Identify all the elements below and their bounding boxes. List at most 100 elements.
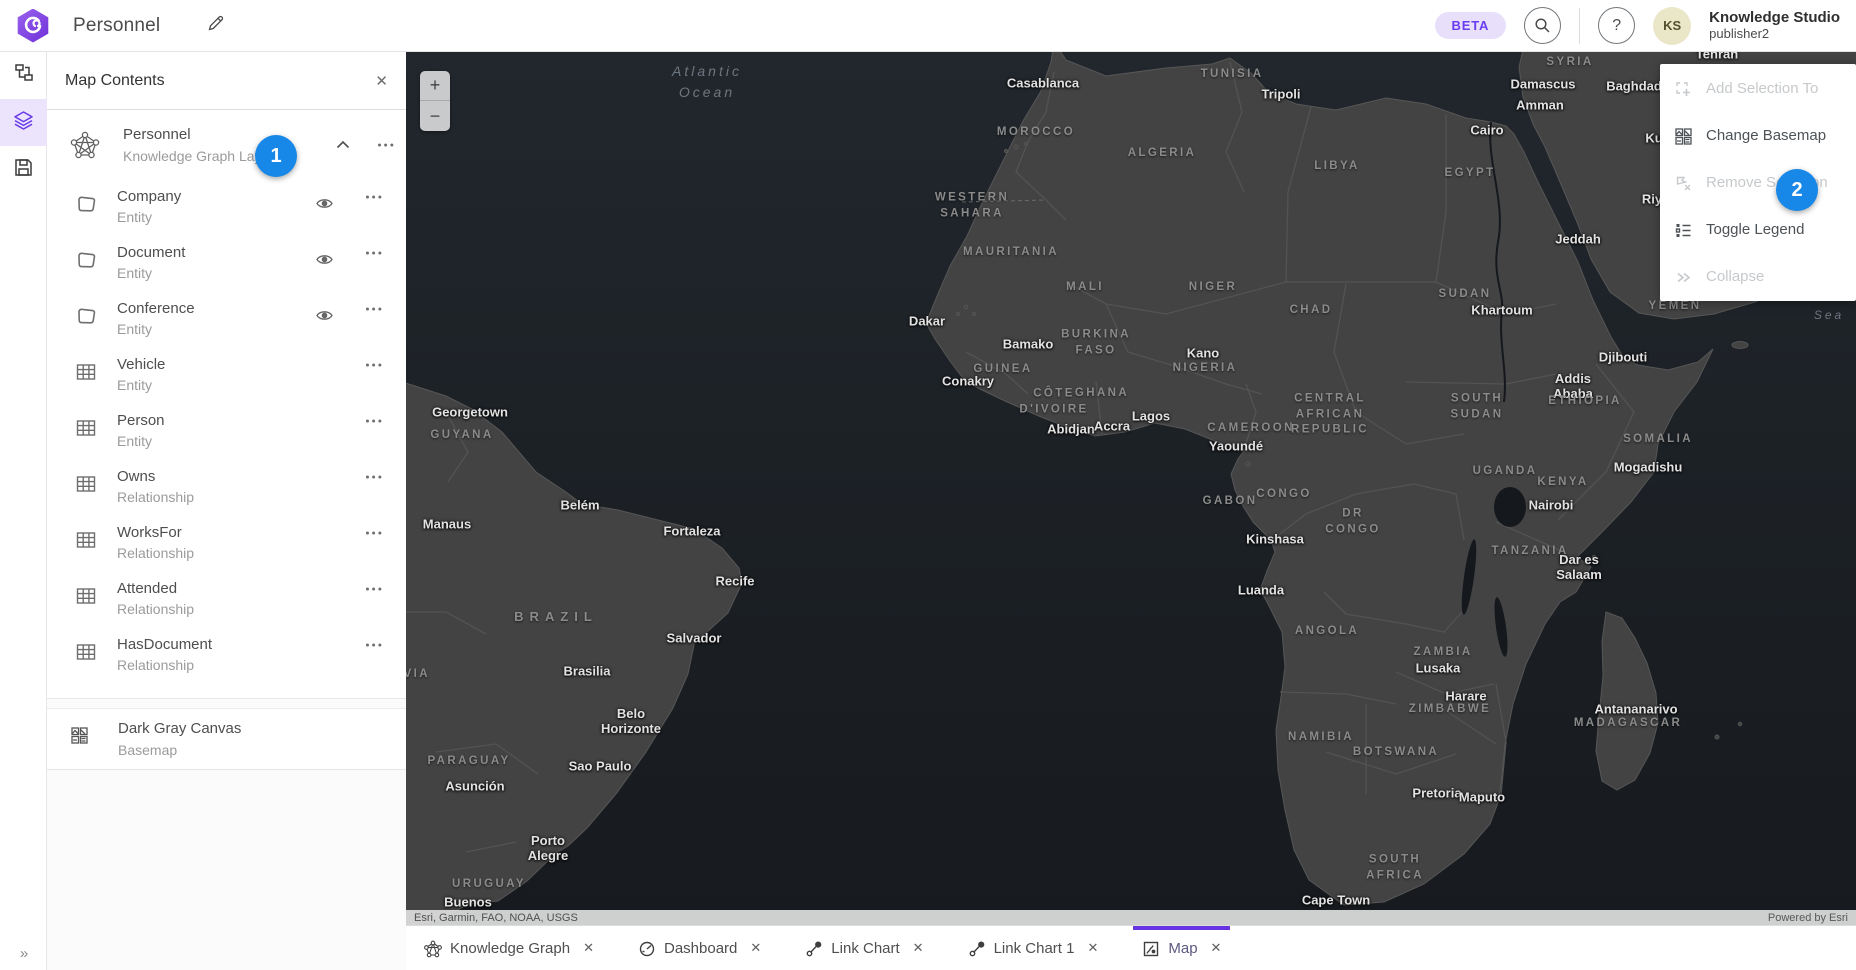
layer-options-icon[interactable]: ●●● — [365, 362, 384, 369]
country-label: MALI — [1066, 280, 1104, 296]
attribution-sources: Esri, Garmin, FAO, NOAA, USGS — [414, 912, 578, 924]
layer-row[interactable]: AttendedRelationship●●● — [47, 572, 406, 628]
rail-item-save-tool[interactable] — [0, 146, 47, 193]
avatar[interactable]: KS — [1653, 7, 1691, 45]
tab-close-icon[interactable]: ✕ — [750, 940, 761, 956]
layer-row[interactable]: PersonEntity●●● — [47, 404, 406, 460]
city-label: Nairobi — [1529, 498, 1574, 513]
country-label: CAMEROON — [1207, 421, 1295, 437]
menu-item-remove-selection: Remove Selection — [1660, 159, 1856, 206]
knowledge-graph-layer-card: Personnel Knowledge Graph Layer ●●● Comp… — [47, 110, 406, 699]
tab-map[interactable]: Map✕ — [1142, 926, 1221, 970]
country-label: KENYA — [1537, 475, 1588, 491]
country-label: GUYANA — [430, 428, 493, 444]
zoom-out-button[interactable]: − — [420, 101, 450, 131]
country-label: ZAMBIA — [1413, 645, 1472, 661]
city-label: Amman — [1516, 98, 1564, 113]
rail-item-link-chart-tool[interactable] — [0, 52, 47, 99]
visibility-eye-icon[interactable] — [315, 306, 334, 330]
polygon-entity-icon — [74, 248, 98, 272]
tab-knowledge-graph[interactable]: Knowledge Graph ✕ — [424, 926, 594, 970]
powered-by-esri: Powered by Esri — [1768, 912, 1848, 924]
country-label: GUINEA — [973, 362, 1032, 378]
layer-row[interactable]: DocumentEntity●●● — [47, 236, 406, 292]
table-entity-icon — [74, 416, 98, 440]
city-label: Kano — [1187, 346, 1220, 361]
rail-item-map-contents-tool[interactable] — [0, 99, 47, 146]
collapse-caret-icon[interactable] — [336, 136, 350, 154]
layer-row[interactable]: VehicleEntity●●● — [47, 348, 406, 404]
layer-subtitle: Entity — [117, 209, 181, 227]
group-layer-options-icon[interactable]: ●●● — [377, 142, 396, 149]
country-label: CENTRAL AFRICAN REPUBLIC — [1291, 392, 1369, 439]
visibility-eye-icon[interactable] — [315, 250, 334, 274]
city-label: Jeddah — [1555, 232, 1601, 247]
layer-options-icon[interactable]: ●●● — [365, 642, 384, 649]
basemap-subtitle: Basemap — [118, 741, 241, 759]
layer-options-icon[interactable]: ●●● — [365, 250, 384, 257]
annotation-badge-1: 1 — [255, 135, 297, 177]
search-button[interactable] — [1524, 7, 1561, 44]
edit-title-icon[interactable] — [206, 14, 225, 38]
city-label: Dar es Salaam — [1556, 552, 1602, 582]
layer-options-icon[interactable]: ●●● — [365, 306, 384, 313]
city-label: Sao Paulo — [569, 759, 632, 774]
map-view[interactable]: Atlantic OceanSeaCasablancaTripoliDamasc… — [406, 52, 1856, 925]
rail-expand-icon[interactable]: » — [0, 945, 47, 962]
user-info[interactable]: Knowledge Studio publisher2 — [1709, 9, 1840, 41]
panel-close-icon[interactable]: ✕ — [375, 72, 388, 90]
map-tab-icon — [1142, 940, 1159, 957]
basemap-title: Dark Gray Canvas — [118, 719, 241, 739]
city-label: Salvador — [667, 631, 722, 646]
panel-header: Map Contents ✕ — [47, 52, 406, 110]
tab-close-icon[interactable]: ✕ — [1087, 940, 1098, 956]
country-label: SUDAN — [1439, 287, 1492, 303]
city-label: Fortaleza — [663, 524, 720, 539]
layer-options-icon[interactable]: ●●● — [365, 586, 384, 593]
help-button[interactable]: ? — [1598, 7, 1635, 44]
tab-label: Dashboard — [664, 940, 737, 957]
layer-options-icon[interactable]: ●●● — [365, 418, 384, 425]
tab-close-icon[interactable]: ✕ — [913, 940, 924, 956]
menu-item-toggle-legend[interactable]: Toggle Legend — [1660, 206, 1856, 253]
country-label: SOUTH SUDAN — [1451, 391, 1504, 422]
remove-selection-icon — [1674, 174, 1692, 192]
country-label: SOMALIA — [1623, 432, 1693, 448]
zoom-in-button[interactable]: + — [420, 71, 450, 101]
tab-link-chart-1[interactable]: Link Chart 1 ✕ — [968, 926, 1099, 970]
visibility-eye-icon[interactable] — [315, 194, 334, 218]
menu-item-label: Add Selection To — [1706, 80, 1818, 97]
city-label: Abidjan — [1047, 422, 1095, 437]
basemap-row[interactable]: Dark Gray Canvas Basemap — [47, 709, 406, 769]
link-chart-icon — [968, 940, 985, 957]
menu-item-change-basemap[interactable]: Change Basemap — [1660, 112, 1856, 159]
tab-close-icon[interactable]: ✕ — [583, 940, 594, 956]
city-label: Damascus — [1510, 77, 1575, 92]
tab-label: Knowledge Graph — [450, 940, 570, 957]
country-label: TUNISIA — [1201, 67, 1264, 83]
layer-options-icon[interactable]: ●●● — [365, 194, 384, 201]
tab-dashboard[interactable]: Dashboard ✕ — [638, 926, 761, 970]
layer-row[interactable]: OwnsRelationship●●● — [47, 460, 406, 516]
tab-close-icon[interactable]: ✕ — [1211, 940, 1222, 956]
country-label: LIBYA — [1314, 159, 1359, 175]
layer-row[interactable]: WorksForRelationship●●● — [47, 516, 406, 572]
annotation-badge-2: 2 — [1776, 169, 1818, 211]
layer-subtitle: Relationship — [117, 545, 194, 563]
layer-row[interactable]: CompanyEntity●●● — [47, 180, 406, 236]
group-layer-row[interactable]: Personnel Knowledge Graph Layer ●●● — [47, 110, 406, 180]
country-label: MAURITANIA — [963, 245, 1059, 261]
layer-options-icon[interactable]: ●●● — [365, 530, 384, 537]
menu-item-add-selection-to: Add Selection To — [1660, 65, 1856, 112]
tab-link-chart[interactable]: Link Chart✕ — [805, 926, 923, 970]
city-label: Kinshasa — [1246, 532, 1304, 547]
tab-label: Link Chart 1 — [994, 940, 1075, 957]
layer-options-icon[interactable]: ●●● — [365, 474, 384, 481]
left-toolbar-rail: » — [0, 52, 47, 970]
layer-row[interactable]: HasDocumentRelationship●●● — [47, 628, 406, 684]
country-label: SOUTH AFRICA — [1366, 852, 1424, 883]
city-label: Asunción — [445, 779, 504, 794]
country-label: UGANDA — [1473, 464, 1538, 480]
table-entity-icon — [74, 472, 98, 496]
layer-row[interactable]: ConferenceEntity●●● — [47, 292, 406, 348]
